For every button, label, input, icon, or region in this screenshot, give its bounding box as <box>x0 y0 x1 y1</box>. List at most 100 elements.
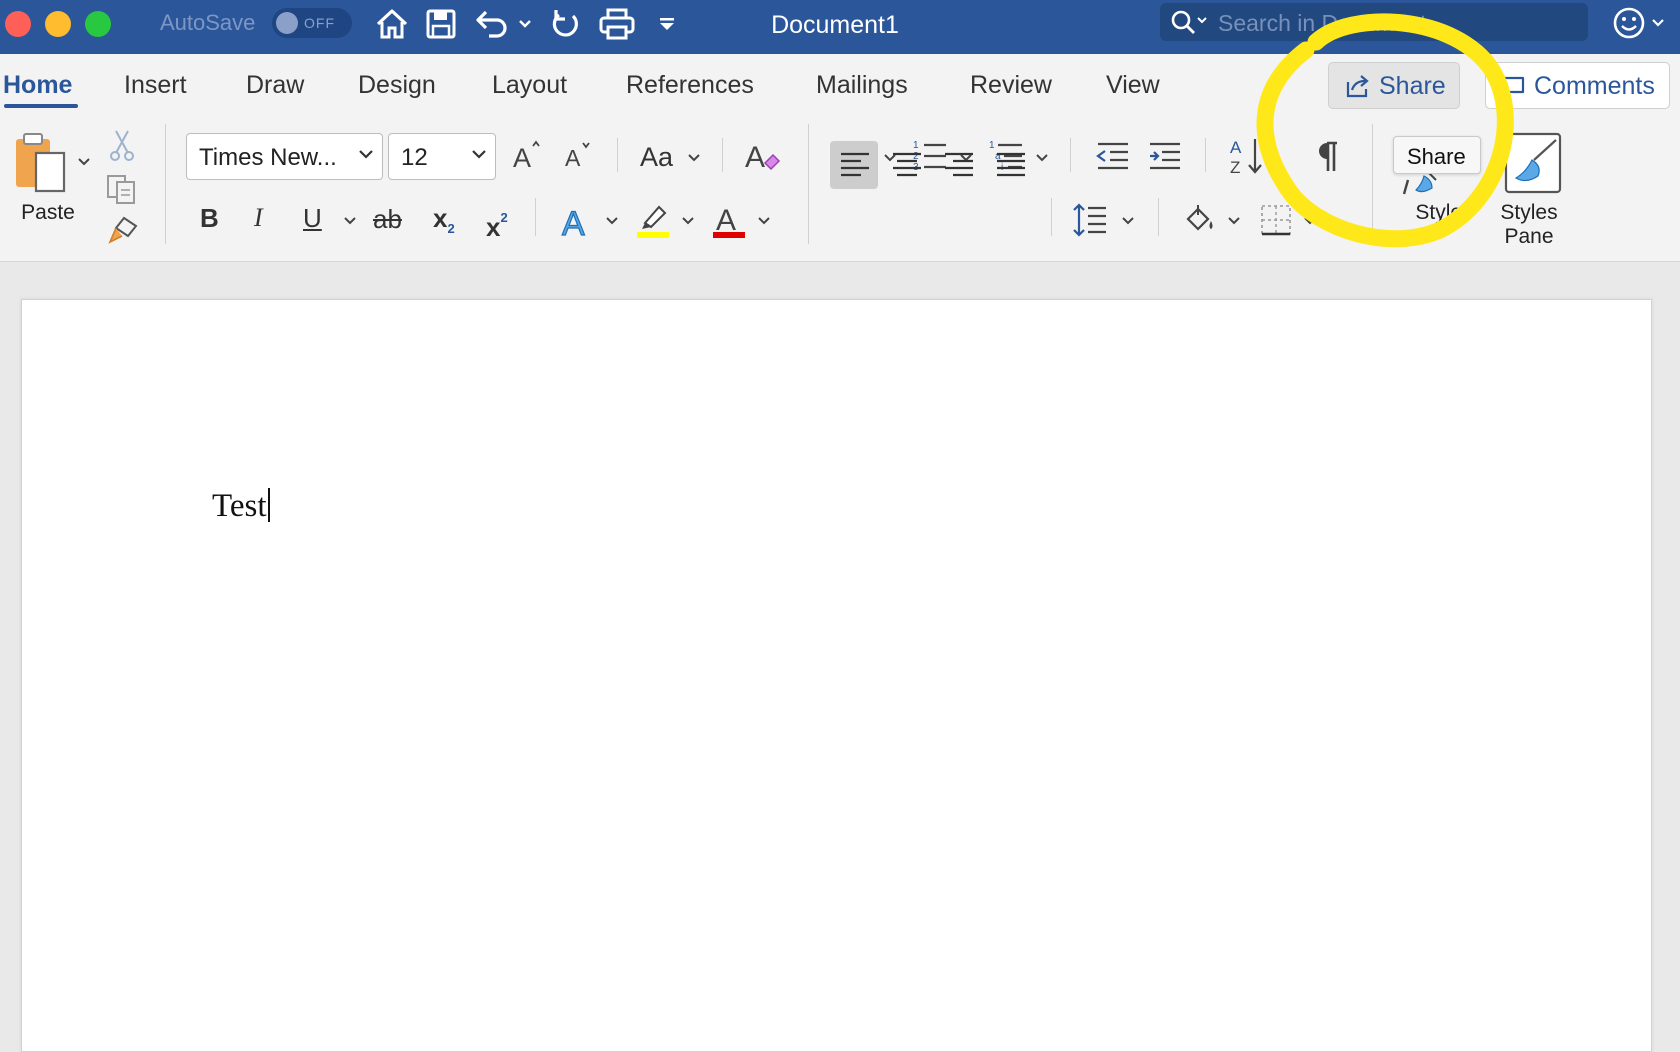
show-paragraph-marks-icon[interactable] <box>1312 136 1344 176</box>
styles-label[interactable]: Styles <box>1404 201 1484 225</box>
customize-toolbar-icon[interactable] <box>654 6 680 42</box>
tab-layout[interactable]: Layout <box>492 70 567 100</box>
superscript-indicator: 2 <box>500 210 508 225</box>
divider <box>165 124 166 244</box>
close-window-button[interactable] <box>5 11 31 37</box>
title-bar: AutoSave OFF Document1 Search in Documen… <box>0 0 1680 54</box>
divider <box>617 138 618 172</box>
superscript-button[interactable]: x2 <box>486 203 508 242</box>
paste-options-chevron-down-icon[interactable] <box>74 152 94 172</box>
comment-icon <box>1498 75 1526 106</box>
font-size-dropdown[interactable]: 12 <box>388 133 496 180</box>
bold-button[interactable]: B <box>200 203 219 233</box>
undo-dropdown-chevron-down-icon[interactable] <box>514 6 536 42</box>
highlighter-icon[interactable] <box>634 200 672 240</box>
shading-chevron-down-icon[interactable] <box>1224 212 1244 230</box>
tab-draw[interactable]: Draw <box>246 70 304 100</box>
minimize-window-button[interactable] <box>45 11 71 37</box>
document-page[interactable]: Test <box>21 299 1652 1052</box>
subscript-indicator: 2 <box>447 221 455 236</box>
italic-button[interactable]: I <box>254 203 263 233</box>
styles-pane-icon[interactable] <box>1496 128 1566 198</box>
align-left-icon[interactable] <box>836 146 874 184</box>
tab-view[interactable]: View <box>1106 70 1160 100</box>
underline-chevron-down-icon[interactable] <box>340 212 360 230</box>
comments-button[interactable]: Comments <box>1485 62 1670 109</box>
redo-icon[interactable] <box>545 6 585 42</box>
clear-formatting-icon[interactable]: A <box>742 134 784 176</box>
justify-icon[interactable] <box>992 146 1030 184</box>
font-color-icon[interactable]: A <box>710 200 748 240</box>
change-case-chevron-down-icon[interactable] <box>684 149 704 167</box>
divider <box>808 124 809 244</box>
share-button[interactable]: Share <box>1328 62 1460 109</box>
shrink-font-icon[interactable]: A <box>562 138 596 172</box>
chevron-down-icon <box>358 148 374 166</box>
tab-design[interactable]: Design <box>358 70 436 100</box>
tab-insert[interactable]: Insert <box>124 70 187 100</box>
fullscreen-window-button[interactable] <box>85 11 111 37</box>
undo-icon[interactable] <box>472 6 512 42</box>
grow-font-icon[interactable]: A <box>510 136 546 172</box>
divider <box>535 198 536 236</box>
styles-pane-label[interactable]: Styles Pane <box>1484 201 1574 249</box>
align-right-icon[interactable] <box>940 146 978 184</box>
cut-scissors-icon[interactable] <box>106 128 138 162</box>
home-icon[interactable] <box>372 6 412 42</box>
search-icon <box>1170 9 1212 40</box>
text-effects-icon[interactable]: A <box>558 200 596 240</box>
document-body[interactable]: Test <box>212 486 270 526</box>
svg-text:A: A <box>562 205 585 239</box>
divider <box>1205 138 1206 172</box>
subscript-button[interactable]: x2 <box>433 203 455 244</box>
format-painter-icon[interactable] <box>104 214 142 246</box>
highlighter-chevron-down-icon[interactable] <box>678 212 698 230</box>
subscript-x: x <box>433 203 448 233</box>
chevron-down-icon <box>471 148 487 166</box>
search-box[interactable]: Search in Document <box>1160 3 1588 41</box>
borders-icon[interactable] <box>1256 200 1296 240</box>
align-center-icon[interactable] <box>888 146 926 184</box>
underline-button[interactable]: U <box>303 203 322 233</box>
document-title: Document1 <box>771 11 899 39</box>
divider <box>722 138 723 172</box>
comments-button-label: Comments <box>1534 72 1655 100</box>
print-icon[interactable] <box>596 6 638 42</box>
toggle-knob <box>276 12 298 34</box>
line-spacing-icon[interactable] <box>1070 200 1110 240</box>
text-effects-chevron-down-icon[interactable] <box>602 212 622 230</box>
tab-references[interactable]: References <box>626 70 754 100</box>
tab-review[interactable]: Review <box>970 70 1052 100</box>
increase-indent-icon[interactable] <box>1144 138 1184 174</box>
line-spacing-chevron-down-icon[interactable] <box>1118 212 1138 230</box>
strikethrough-button[interactable]: ab <box>373 204 402 234</box>
decrease-indent-icon[interactable] <box>1092 138 1132 174</box>
copy-icon[interactable] <box>104 172 140 206</box>
paste-clipboard-icon[interactable] <box>8 130 74 198</box>
font-name-value: Times New... <box>199 144 337 171</box>
svg-text:A: A <box>565 145 581 171</box>
font-color-chevron-down-icon[interactable] <box>754 212 774 230</box>
font-name-dropdown[interactable]: Times New... <box>186 133 383 180</box>
font-size-value: 12 <box>401 144 428 171</box>
tab-home[interactable]: Home <box>3 70 72 100</box>
shading-bucket-icon[interactable] <box>1180 200 1220 240</box>
borders-chevron-down-icon[interactable] <box>1300 212 1320 230</box>
autosave-toggle[interactable]: OFF <box>272 8 352 38</box>
divider <box>1158 198 1159 236</box>
divider <box>1070 138 1071 172</box>
change-case-label[interactable]: Aa <box>640 142 673 172</box>
tab-mailings[interactable]: Mailings <box>816 70 908 100</box>
document-text: Test <box>212 488 267 524</box>
svg-text:A: A <box>513 143 531 171</box>
text-cursor <box>267 488 270 522</box>
svg-text:A: A <box>1230 138 1242 157</box>
save-icon[interactable] <box>422 6 460 42</box>
autosave-label: AutoSave <box>160 10 256 35</box>
share-icon <box>1345 73 1371 104</box>
feedback-smiley-icon[interactable] <box>1612 6 1672 45</box>
paste-label: Paste <box>21 201 75 224</box>
sort-az-icon[interactable]: AZ <box>1226 134 1266 178</box>
divider <box>1051 198 1052 236</box>
multilevel-chevron-down-icon[interactable] <box>1032 149 1052 167</box>
